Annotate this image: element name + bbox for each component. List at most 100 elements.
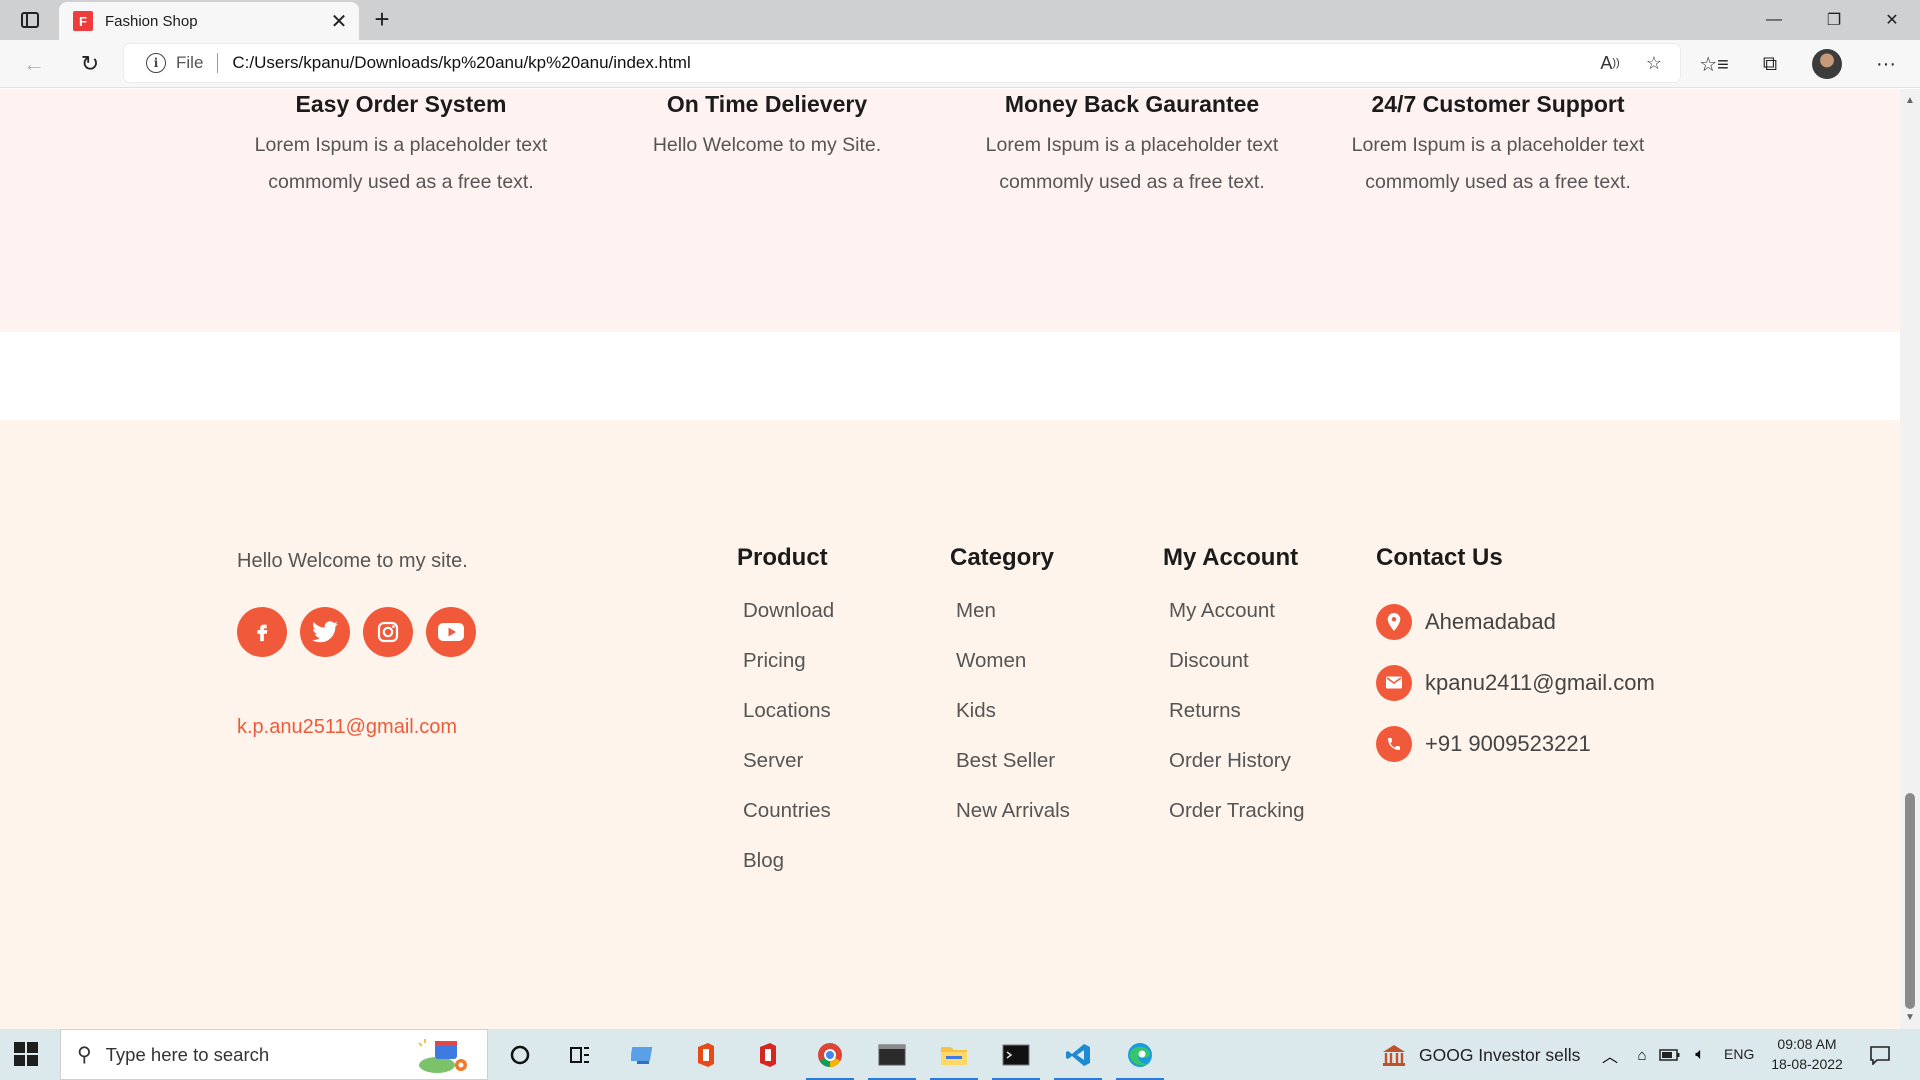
language-indicator[interactable]: ENG bbox=[1724, 1046, 1754, 1062]
page-scrollbar[interactable]: ▲ ▼ bbox=[1900, 89, 1920, 1029]
product-link-blog[interactable]: Blog bbox=[743, 849, 834, 899]
feature-card: Easy Order System Lorem Ispum is a place… bbox=[221, 89, 581, 201]
category-link-new-arrivals[interactable]: New Arrivals bbox=[956, 799, 1070, 849]
instagram-icon[interactable] bbox=[363, 607, 413, 657]
more-options-icon[interactable]: ··· bbox=[1866, 48, 1906, 80]
feature-card: 24/7 Customer Support Lorem Ispum is a p… bbox=[1318, 89, 1678, 201]
close-tab-icon[interactable]: ✕ bbox=[325, 7, 353, 35]
tab-actions-icon[interactable] bbox=[14, 8, 46, 32]
feature-card: Money Back Gaurantee Lorem Ispum is a pl… bbox=[952, 89, 1312, 201]
contact-column: Contact Us Ahemadabad kpanu2411@gmail.co… bbox=[1376, 544, 1655, 774]
chrome-icon[interactable] bbox=[806, 1037, 854, 1080]
read-aloud-icon[interactable]: A)) bbox=[1592, 48, 1628, 78]
browser-toolbar: ← ↻ i File C:/Users/kpanu/Downloads/kp%2… bbox=[0, 40, 1920, 88]
account-link-returns[interactable]: Returns bbox=[1169, 699, 1305, 749]
favorites-icon[interactable]: ☆≡ bbox=[1694, 48, 1734, 80]
facebook-icon[interactable] bbox=[237, 607, 287, 657]
mail-icon bbox=[1376, 664, 1412, 701]
file-explorer-icon[interactable] bbox=[930, 1037, 978, 1080]
contact-heading: Contact Us bbox=[1376, 544, 1503, 571]
minimize-icon[interactable]: — bbox=[1746, 0, 1802, 40]
feature-title: Money Back Gaurantee bbox=[1004, 91, 1260, 117]
taskbar-search-box[interactable]: ⚲ Type here to search bbox=[60, 1029, 488, 1080]
notifications-icon[interactable] bbox=[1862, 1037, 1898, 1073]
vscode-icon[interactable] bbox=[1054, 1037, 1102, 1080]
collections-icon[interactable]: ⧉ bbox=[1750, 48, 1790, 80]
office-icon-2[interactable] bbox=[750, 1037, 786, 1073]
twitter-icon[interactable] bbox=[300, 607, 350, 657]
feature-text: commomly used as a free text. bbox=[999, 171, 1265, 193]
product-link-download[interactable]: Download bbox=[743, 599, 834, 649]
chevron-up-icon[interactable]: ︿ bbox=[1592, 1037, 1628, 1073]
account-link-discount[interactable]: Discount bbox=[1169, 649, 1305, 699]
site-footer: Hello Welcome to my site. k.p.anu2511@gm… bbox=[0, 420, 1900, 1029]
search-icon: ⚲ bbox=[77, 1044, 92, 1066]
site-info-icon[interactable]: i bbox=[146, 53, 166, 73]
add-favorite-icon[interactable]: ☆ bbox=[1636, 48, 1672, 78]
close-window-icon[interactable]: ✕ bbox=[1864, 0, 1920, 40]
feature-text: Hello Welcome to my Site. bbox=[652, 134, 882, 156]
product-link-locations[interactable]: Locations bbox=[743, 699, 834, 749]
search-highlight-icon bbox=[411, 1035, 471, 1075]
new-tab-button[interactable]: + bbox=[368, 6, 396, 34]
category-column: Category Men Women Kids Best Seller New … bbox=[950, 544, 1070, 849]
address-separator bbox=[217, 53, 219, 73]
scroll-up-icon[interactable]: ▲ bbox=[1905, 95, 1915, 106]
back-button[interactable]: ← bbox=[16, 48, 52, 80]
volume-icon[interactable]: 🔈︎ bbox=[1682, 1037, 1718, 1073]
contact-location-text: Ahemadabad bbox=[1425, 608, 1556, 634]
location-pin-icon bbox=[1376, 603, 1412, 640]
stock-news-icon[interactable] bbox=[1376, 1037, 1412, 1073]
scroll-down-icon[interactable]: ▼ bbox=[1905, 1012, 1915, 1023]
youtube-icon[interactable] bbox=[426, 607, 476, 657]
category-link-men[interactable]: Men bbox=[956, 599, 1070, 649]
restore-icon[interactable]: ❐ bbox=[1806, 0, 1862, 40]
news-ticker-text[interactable]: GOOG Investor sells bbox=[1419, 1045, 1580, 1066]
account-heading: My Account bbox=[1163, 544, 1299, 571]
account-link-my-account[interactable]: My Account bbox=[1169, 599, 1305, 649]
terminal-window-icon[interactable] bbox=[868, 1037, 916, 1080]
edge-browser-icon[interactable] bbox=[1116, 1037, 1164, 1080]
product-link-server[interactable]: Server bbox=[743, 749, 834, 799]
account-link-order-tracking[interactable]: Order Tracking bbox=[1169, 799, 1305, 849]
taskbar-search-placeholder[interactable]: Type here to search bbox=[106, 1044, 411, 1066]
feature-text: Lorem Ispum is a placeholder text bbox=[254, 134, 548, 156]
contact-email[interactable]: kpanu2411@gmail.com bbox=[1376, 652, 1655, 713]
category-link-best-seller[interactable]: Best Seller bbox=[956, 749, 1070, 799]
scrollbar-thumb[interactable] bbox=[1905, 793, 1915, 1009]
feature-text: commomly used as a free text. bbox=[1365, 171, 1631, 193]
category-link-women[interactable]: Women bbox=[956, 649, 1070, 699]
feature-text: commomly used as a free text. bbox=[268, 171, 534, 193]
windows-start-icon[interactable] bbox=[14, 1042, 38, 1066]
feature-text: Lorem Ispum is a placeholder text bbox=[1351, 134, 1645, 156]
refresh-button[interactable]: ↻ bbox=[72, 48, 108, 80]
product-link-countries[interactable]: Countries bbox=[743, 799, 834, 849]
product-link-pricing[interactable]: Pricing bbox=[743, 649, 834, 699]
account-link-order-history[interactable]: Order History bbox=[1169, 749, 1305, 799]
feature-text: Lorem Ispum is a placeholder text bbox=[985, 134, 1279, 156]
contact-phone[interactable]: +91 9009523221 bbox=[1376, 713, 1655, 774]
product-heading: Product bbox=[737, 544, 828, 571]
url-text[interactable]: C:/Users/kpanu/Downloads/kp%20anu/kp%20a… bbox=[232, 53, 1592, 73]
feature-title: Easy Order System bbox=[295, 91, 507, 117]
category-link-kids[interactable]: Kids bbox=[956, 699, 1070, 749]
taskbar-clock[interactable]: 09:08 AM 18-08-2022 bbox=[1766, 1034, 1848, 1074]
desktop-app-icon[interactable] bbox=[626, 1037, 662, 1073]
address-bar[interactable]: i File C:/Users/kpanu/Downloads/kp%20anu… bbox=[124, 44, 1680, 82]
contact-email-text[interactable]: kpanu2411@gmail.com bbox=[1425, 670, 1655, 696]
office-icon[interactable] bbox=[688, 1037, 724, 1073]
account-column: My Account My Account Discount Returns O… bbox=[1163, 544, 1305, 849]
feature-card: On Time Delievery Hello Welcome to my Si… bbox=[587, 89, 947, 164]
footer-email-link[interactable]: k.p.anu2511@gmail.com bbox=[237, 716, 457, 739]
task-view-icon[interactable] bbox=[562, 1037, 598, 1073]
product-column: Product Download Pricing Locations Serve… bbox=[737, 544, 834, 899]
command-prompt-icon[interactable] bbox=[992, 1037, 1040, 1080]
contact-location: Ahemadabad bbox=[1376, 591, 1655, 652]
contact-phone-text[interactable]: +91 9009523221 bbox=[1425, 731, 1591, 757]
footer-welcome-text: Hello Welcome to my site. bbox=[237, 550, 468, 572]
browser-tab[interactable]: F Fashion Shop ✕ bbox=[59, 2, 359, 40]
profile-avatar[interactable] bbox=[1812, 49, 1842, 79]
cortana-icon[interactable] bbox=[502, 1037, 538, 1073]
browser-titlebar: F Fashion Shop ✕ + — ❐ ✕ bbox=[0, 0, 1920, 40]
page-viewport: Easy Order System Lorem Ispum is a place… bbox=[0, 89, 1900, 1029]
